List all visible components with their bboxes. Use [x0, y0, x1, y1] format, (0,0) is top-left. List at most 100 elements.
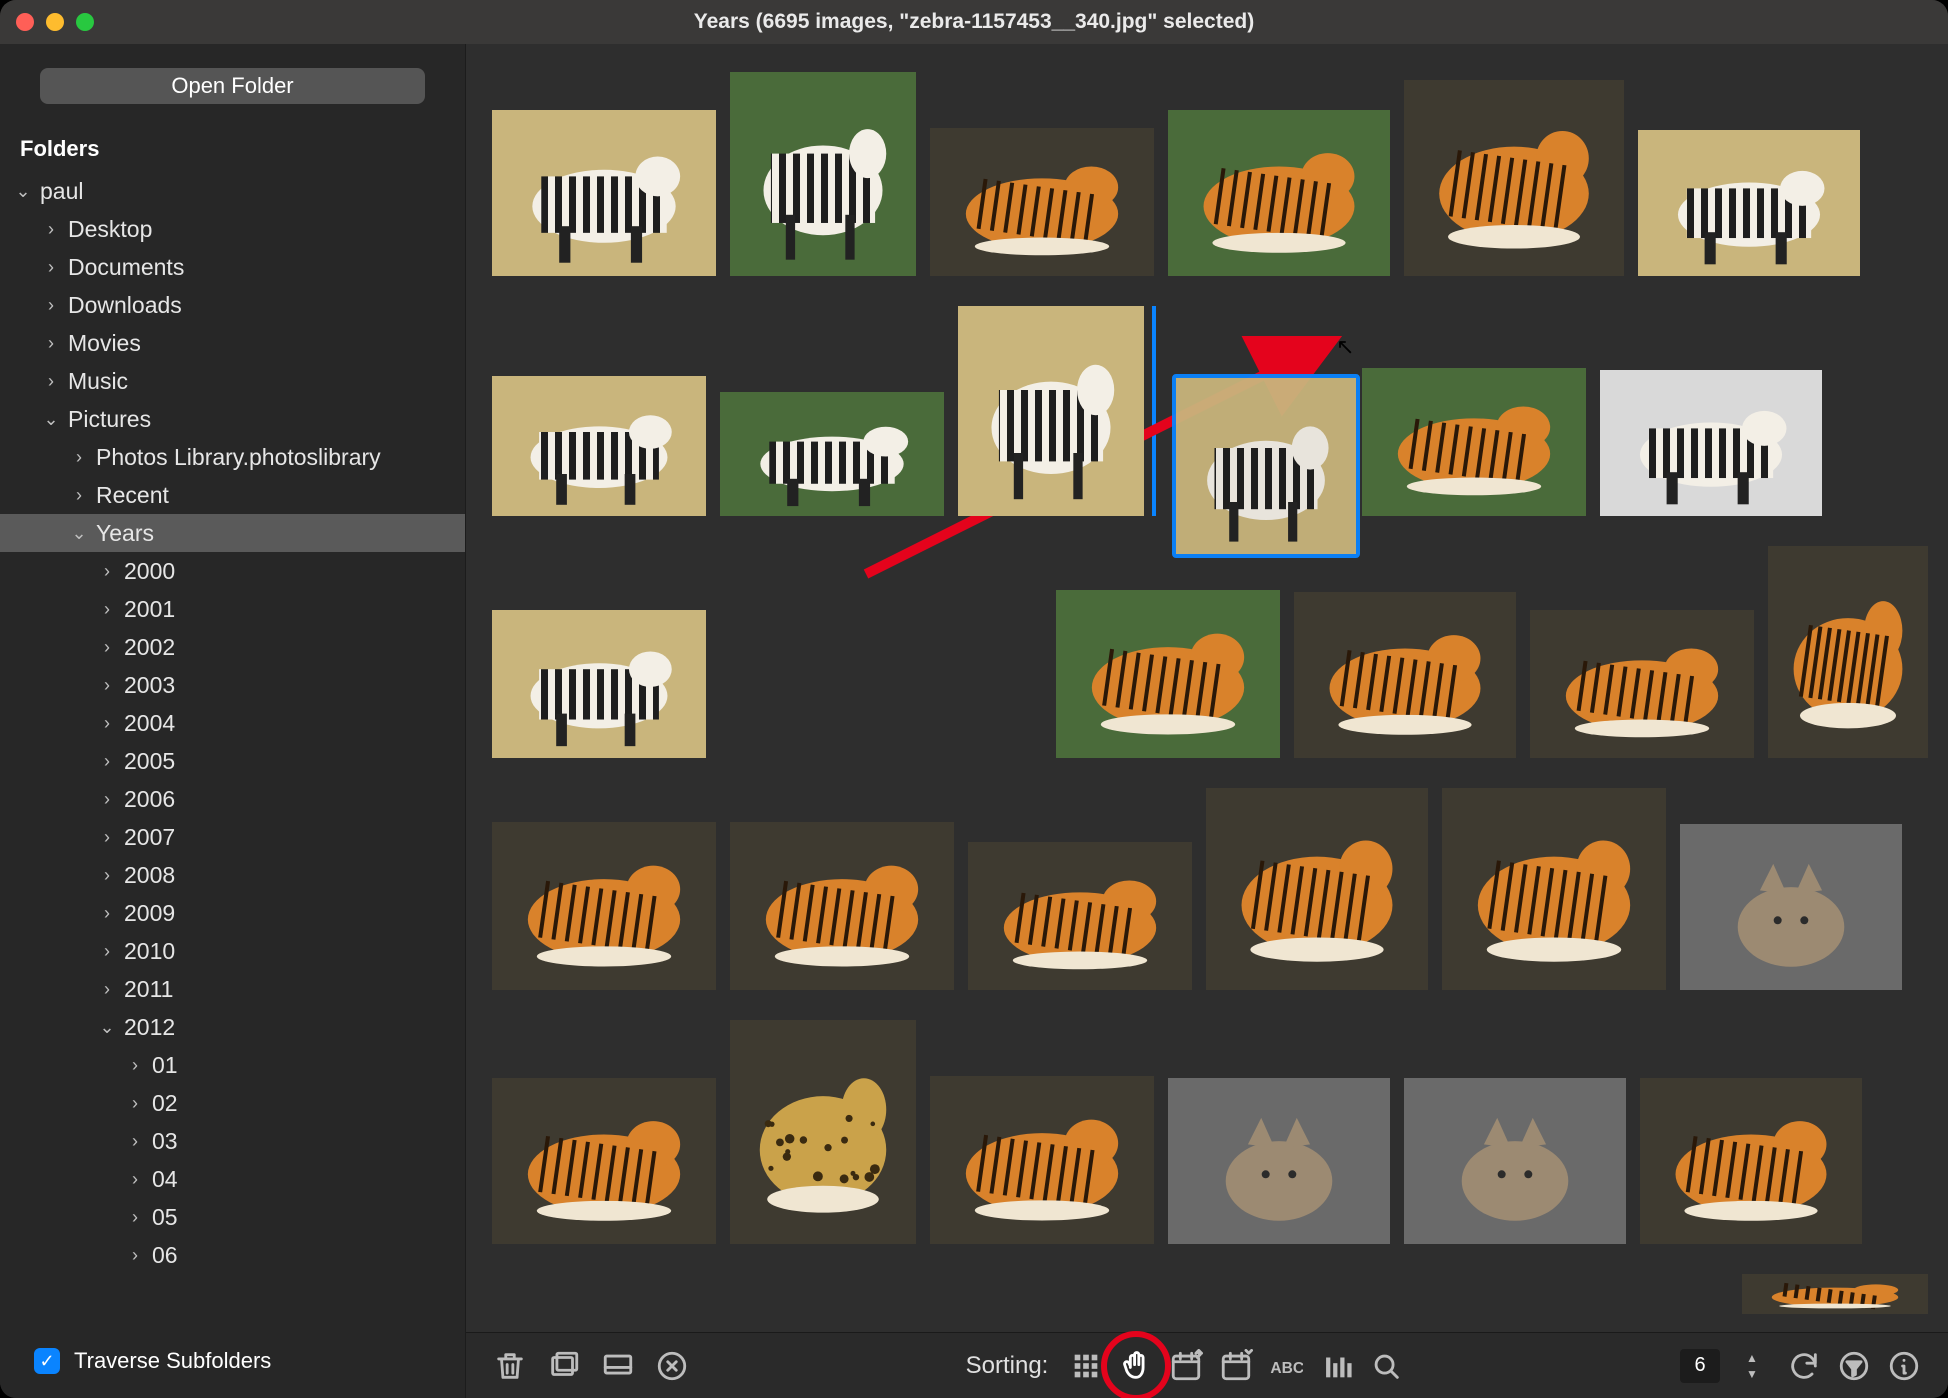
chevron-right-icon[interactable]: ›: [98, 637, 116, 658]
chevron-right-icon[interactable]: ›: [98, 979, 116, 1000]
tree-item[interactable]: ⌄Pictures: [0, 400, 465, 438]
clear-button[interactable]: [652, 1346, 692, 1386]
thumbnail[interactable]: [720, 392, 944, 516]
tree-item[interactable]: ›Documents: [0, 248, 465, 286]
sort-date-desc-button[interactable]: [1216, 1346, 1256, 1386]
tree-item[interactable]: ›01: [0, 1046, 465, 1084]
chevron-right-icon[interactable]: ›: [126, 1169, 144, 1190]
tree-item[interactable]: ›Movies: [0, 324, 465, 362]
tree-item[interactable]: ›2010: [0, 932, 465, 970]
info-button[interactable]: [1884, 1346, 1924, 1386]
close-window-button[interactable]: [16, 13, 34, 31]
tree-item[interactable]: ›2009: [0, 894, 465, 932]
chevron-right-icon[interactable]: ›: [70, 447, 88, 468]
stack-button[interactable]: [544, 1346, 584, 1386]
tree-item[interactable]: ›Music: [0, 362, 465, 400]
tree-item[interactable]: ›02: [0, 1084, 465, 1122]
tree-item[interactable]: ›2000: [0, 552, 465, 590]
thumbnail[interactable]: [1600, 370, 1822, 516]
traverse-checkbox[interactable]: ✓: [34, 1348, 60, 1374]
sort-search-button[interactable]: [1366, 1346, 1406, 1386]
tree-item[interactable]: ›Photos Library.photoslibrary: [0, 438, 465, 476]
zoom-window-button[interactable]: [76, 13, 94, 31]
chevron-right-icon[interactable]: ›: [98, 941, 116, 962]
chevron-right-icon[interactable]: ›: [126, 1245, 144, 1266]
chevron-right-icon[interactable]: ›: [126, 1055, 144, 1076]
tree-item[interactable]: ›2008: [0, 856, 465, 894]
chevron-right-icon[interactable]: ›: [126, 1093, 144, 1114]
thumbnail[interactable]: [730, 1020, 916, 1244]
tree-item[interactable]: ›2004: [0, 704, 465, 742]
chevron-right-icon[interactable]: ›: [98, 561, 116, 582]
chevron-right-icon[interactable]: ›: [70, 485, 88, 506]
chevron-right-icon[interactable]: ›: [42, 219, 60, 240]
tree-item[interactable]: ›05: [0, 1198, 465, 1236]
chevron-right-icon[interactable]: ›: [42, 371, 60, 392]
tree-item[interactable]: ›2001: [0, 590, 465, 628]
chevron-right-icon[interactable]: ›: [98, 903, 116, 924]
chevron-right-icon[interactable]: ›: [126, 1131, 144, 1152]
thumbnail[interactable]: [930, 128, 1154, 276]
page-indicator[interactable]: 6: [1680, 1349, 1720, 1383]
chevron-down-icon[interactable]: ⌄: [14, 181, 32, 202]
tree-item[interactable]: ⌄2012: [0, 1008, 465, 1046]
thumbnail[interactable]: [1174, 376, 1358, 556]
thumbnail[interactable]: [1442, 788, 1666, 990]
chevron-down-icon[interactable]: ⌄: [70, 523, 88, 544]
tree-item[interactable]: ⌄Years: [0, 514, 465, 552]
tree-item[interactable]: ›Downloads: [0, 286, 465, 324]
thumbnail[interactable]: [1640, 1078, 1862, 1244]
thumbnail[interactable]: [1206, 788, 1428, 990]
chevron-right-icon[interactable]: ›: [98, 713, 116, 734]
tree-item[interactable]: ›Desktop: [0, 210, 465, 248]
thumbnail[interactable]: [1362, 368, 1586, 516]
tree-item[interactable]: ›03: [0, 1122, 465, 1160]
tree-item[interactable]: ›2005: [0, 742, 465, 780]
thumbnail[interactable]: [730, 822, 954, 990]
chevron-right-icon[interactable]: ›: [98, 865, 116, 886]
thumbnail[interactable]: [492, 376, 706, 516]
thumbnail[interactable]: [1742, 1274, 1928, 1314]
sort-stats-button[interactable]: [1316, 1346, 1356, 1386]
thumbnail[interactable]: [1294, 592, 1516, 758]
chevron-right-icon[interactable]: ›: [42, 333, 60, 354]
page-stepper[interactable]: ▲ ▼: [1738, 1348, 1766, 1384]
sort-grid-button[interactable]: [1066, 1346, 1106, 1386]
tree-item[interactable]: ›04: [0, 1160, 465, 1198]
chevron-right-icon[interactable]: ›: [98, 599, 116, 620]
refresh-button[interactable]: [1784, 1346, 1824, 1386]
chevron-right-icon[interactable]: ›: [98, 751, 116, 772]
chevron-right-icon[interactable]: ›: [98, 675, 116, 696]
thumbnail[interactable]: [1638, 130, 1860, 276]
tree-item[interactable]: ›06: [0, 1236, 465, 1274]
tree-item[interactable]: ›2002: [0, 628, 465, 666]
thumbnail[interactable]: [1768, 546, 1928, 758]
tree-item[interactable]: ›2003: [0, 666, 465, 704]
tree-item[interactable]: ›2007: [0, 818, 465, 856]
sort-name-button[interactable]: ABC: [1266, 1346, 1306, 1386]
sort-date-asc-button[interactable]: [1166, 1346, 1206, 1386]
chevron-right-icon[interactable]: ›: [42, 295, 60, 316]
thumbnail[interactable]: [1168, 110, 1390, 276]
sort-manual-button[interactable]: [1116, 1346, 1156, 1386]
chevron-down-icon[interactable]: ⌄: [98, 1017, 116, 1038]
thumbnail[interactable]: [1404, 1078, 1626, 1244]
thumbnail[interactable]: [1056, 590, 1280, 758]
folder-tree[interactable]: ⌄paul›Desktop›Documents›Downloads›Movies…: [0, 172, 465, 1330]
thumbnail[interactable]: [730, 72, 916, 276]
thumbnail[interactable]: [1168, 1078, 1390, 1244]
tree-item[interactable]: ›Recent: [0, 476, 465, 514]
thumbnail[interactable]: [492, 1078, 716, 1244]
thumbnail[interactable]: [930, 1076, 1154, 1244]
chevron-right-icon[interactable]: ›: [98, 789, 116, 810]
present-button[interactable]: [598, 1346, 638, 1386]
thumbnail[interactable]: [492, 822, 716, 990]
thumbnail[interactable]: [968, 842, 1192, 990]
trash-button[interactable]: [490, 1346, 530, 1386]
chevron-down-icon[interactable]: ⌄: [42, 409, 60, 430]
chevron-right-icon[interactable]: ›: [42, 257, 60, 278]
open-folder-button[interactable]: Open Folder: [40, 68, 425, 104]
thumbnail[interactable]: [958, 306, 1144, 516]
tree-item[interactable]: ›2006: [0, 780, 465, 818]
chevron-right-icon[interactable]: ›: [126, 1207, 144, 1228]
